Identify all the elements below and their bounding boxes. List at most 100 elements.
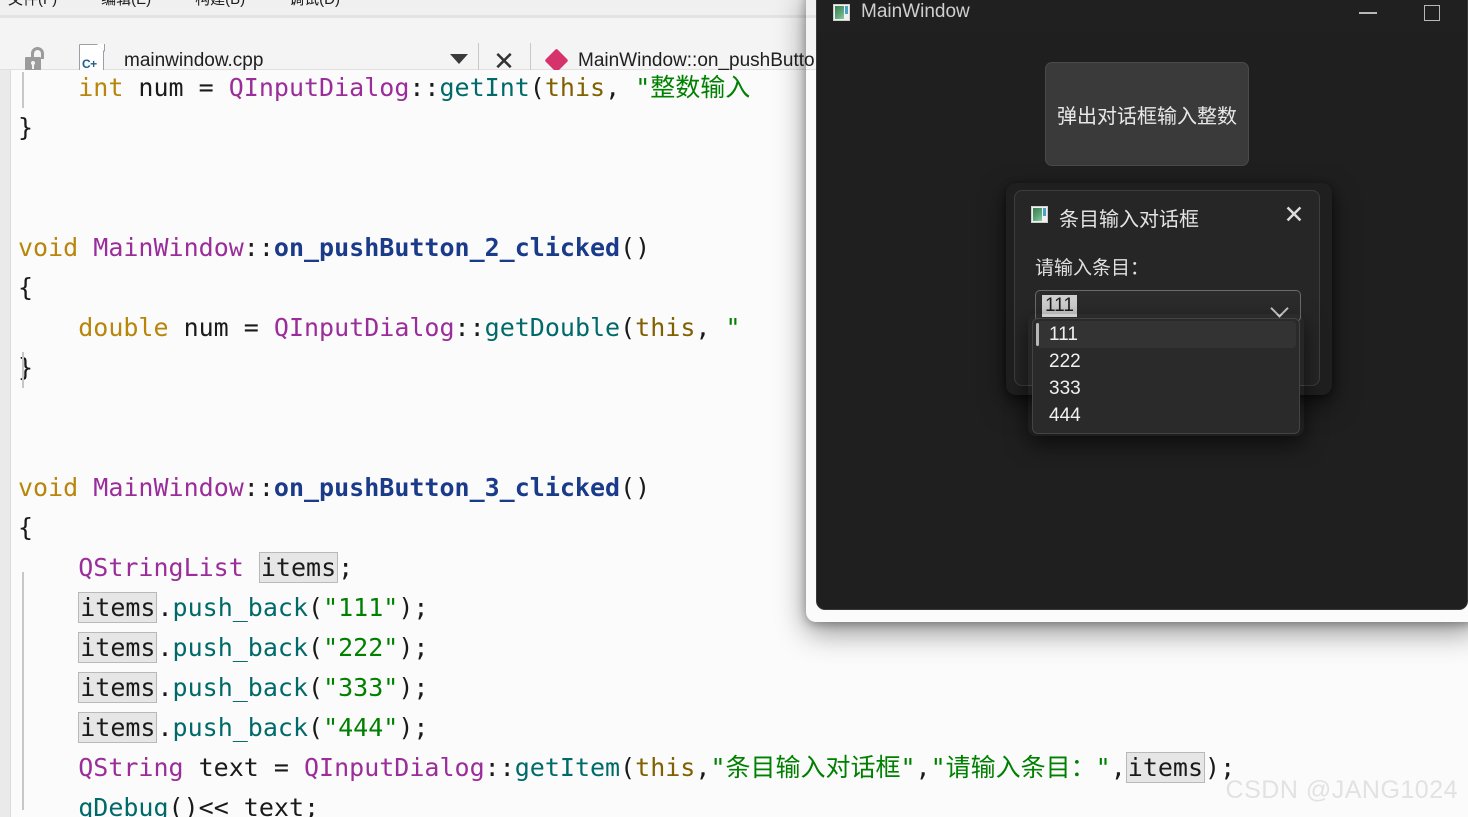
- code-token: (: [620, 753, 636, 782]
- code-token: .: [157, 673, 173, 702]
- code-token: =: [198, 73, 229, 102]
- code-token: getInt: [439, 73, 530, 102]
- code-token: {: [18, 513, 34, 542]
- watermark-text: CSDN @JANG1024: [1225, 776, 1458, 804]
- code-token: (: [308, 633, 324, 662]
- code-token: items: [1125, 752, 1206, 783]
- combobox-value[interactable]: 111: [1042, 295, 1077, 317]
- editor-gutter[interactable]: [0, 70, 11, 817]
- code-token: (): [620, 233, 651, 262]
- main-window-title: MainWindow: [861, 1, 970, 22]
- code-token: ::: [243, 233, 274, 262]
- menu-item-file[interactable]: 文件(F): [8, 0, 57, 8]
- code-token: "请输入条目：": [930, 753, 1111, 782]
- dialog-title-bar[interactable]: 条目输入对话框 ✕: [1015, 191, 1319, 239]
- code-token: "111": [323, 593, 399, 622]
- code-token: ,: [1110, 753, 1126, 782]
- code-token: .: [157, 713, 173, 742]
- code-token: ": [725, 313, 741, 342]
- code-token: }: [18, 353, 34, 382]
- dropdown-option[interactable]: 222: [1033, 348, 1299, 375]
- push-button-int-dialog[interactable]: 弹出对话框输入整数: [1045, 62, 1249, 166]
- code-token: void: [18, 473, 79, 502]
- menu-item-build[interactable]: 构建(B): [195, 0, 245, 8]
- code-token: .: [157, 593, 173, 622]
- code-token: this: [635, 753, 696, 782]
- indent-guide: [22, 72, 24, 108]
- code-token: (: [308, 673, 324, 702]
- code-token: .: [157, 633, 173, 662]
- qt-app-icon-green-shape: [1033, 208, 1042, 221]
- code-token: qDebug: [78, 793, 169, 817]
- indent-guide: [22, 352, 24, 388]
- code-token: getItem: [514, 753, 621, 782]
- code-token: MainWindow: [93, 473, 244, 502]
- code-token: );: [398, 673, 429, 702]
- code-token: QInputDialog: [228, 73, 410, 102]
- code-token: this: [635, 313, 696, 342]
- chevron-down-icon[interactable]: [450, 54, 468, 64]
- code-token: num: [123, 73, 199, 102]
- qt-app-icon-blue-shape: [845, 6, 848, 14]
- code-token: push_back: [172, 713, 309, 742]
- code-token: items: [78, 632, 158, 663]
- code-line: items.push_back("333");: [18, 668, 1235, 708]
- code-token: items: [78, 712, 158, 743]
- code-token: ::: [454, 313, 485, 342]
- file-fold-inner-shape: [97, 44, 104, 51]
- code-token: items: [258, 552, 339, 583]
- main-window-title-bar[interactable]: MainWindow: [817, 0, 1467, 33]
- code-token: );: [398, 633, 429, 662]
- code-token: push_back: [172, 633, 309, 662]
- close-icon[interactable]: ✕: [1277, 199, 1311, 231]
- chevron-down-icon[interactable]: [1270, 299, 1289, 318]
- menu-item-edit[interactable]: 编辑(E): [101, 0, 151, 8]
- code-token: (): [620, 473, 651, 502]
- dropdown-option[interactable]: 444: [1033, 402, 1299, 429]
- dropdown-option[interactable]: 333: [1033, 375, 1299, 402]
- code-token: );: [398, 713, 429, 742]
- code-token: ,: [915, 753, 931, 782]
- code-token: );: [398, 593, 429, 622]
- code-token: (: [308, 593, 324, 622]
- code-token: QStringList: [78, 553, 244, 582]
- code-token: "整数输入: [635, 73, 751, 102]
- code-token: ;: [338, 553, 354, 582]
- code-token: }: [18, 113, 34, 142]
- code-token: this: [544, 73, 606, 102]
- code-token: text: [243, 793, 305, 817]
- code-token: getDouble: [484, 313, 621, 342]
- code-token: =: [273, 753, 304, 782]
- maximize-icon[interactable]: [1415, 1, 1449, 25]
- code-token: MainWindow: [93, 233, 244, 262]
- code-token: ;: [304, 793, 320, 817]
- code-line: items.push_back("444");: [18, 708, 1235, 748]
- code-token: num: [168, 313, 244, 342]
- combobox-dropdown-list[interactable]: 111 222 333 444: [1032, 318, 1300, 434]
- code-token: double: [78, 313, 169, 342]
- code-token: int: [78, 73, 124, 102]
- code-token: "222": [323, 633, 399, 662]
- qt-app-icon: [1031, 206, 1048, 223]
- dropdown-option[interactable]: 111: [1036, 321, 1296, 348]
- code-token: (: [620, 313, 636, 342]
- qt-app-icon-green-shape: [835, 6, 844, 19]
- code-token: on_pushButton_2_clicked: [273, 233, 621, 262]
- code-token: "333": [323, 673, 399, 702]
- minimize-icon[interactable]: [1351, 3, 1385, 23]
- indent-guide: [22, 572, 24, 810]
- code-token: {: [18, 273, 34, 302]
- code-line: QString text = QInputDialog::getItem(thi…: [18, 748, 1235, 788]
- code-token: items: [78, 672, 158, 703]
- code-token: items: [78, 592, 158, 623]
- menu-item-debug[interactable]: 调试(D): [289, 0, 340, 8]
- code-token: on_pushButton_3_clicked: [273, 473, 621, 502]
- dialog-prompt-label: 请输入条目：: [1035, 258, 1150, 279]
- code-token: ,: [605, 73, 636, 102]
- code-token: <<: [198, 793, 244, 817]
- code-line: items.push_back("222");: [18, 628, 1235, 668]
- qt-app-icon-blue-shape: [1043, 208, 1046, 216]
- code-token: "444": [323, 713, 399, 742]
